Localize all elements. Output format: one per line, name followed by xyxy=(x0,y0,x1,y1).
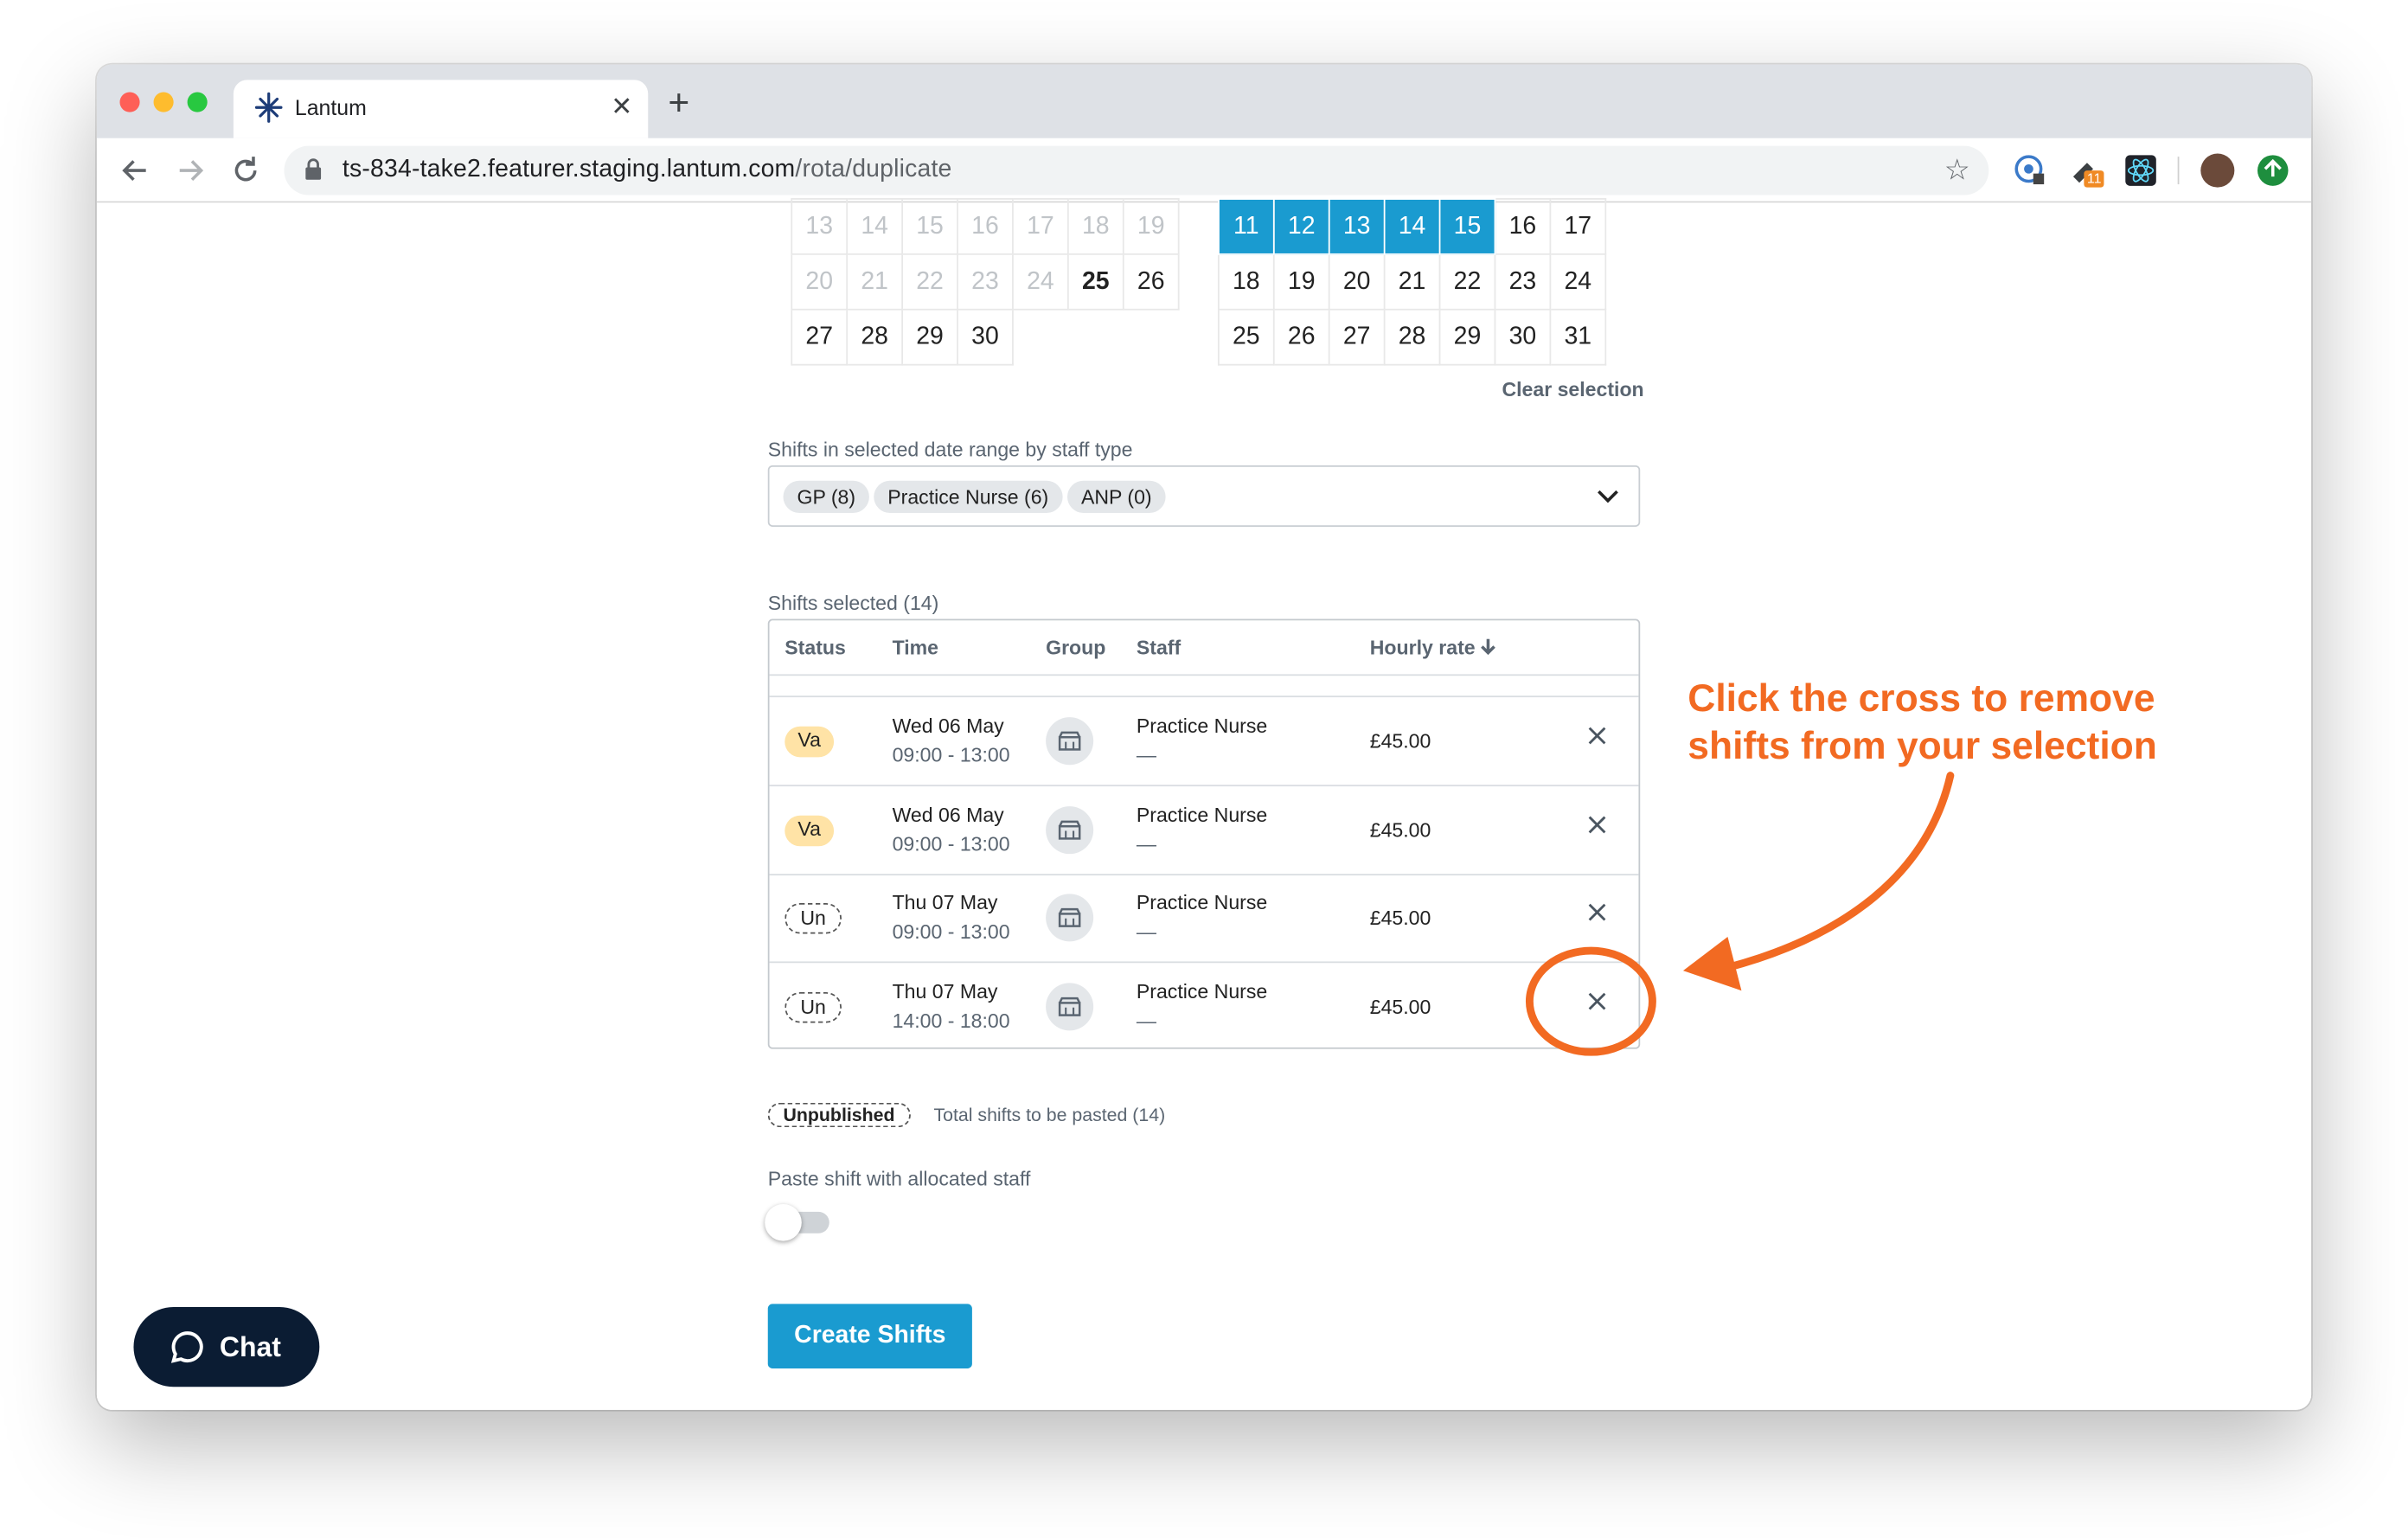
highlight-circle xyxy=(1525,946,1656,1056)
annotation-overlay xyxy=(1525,772,1955,1056)
annotation-arrow xyxy=(1723,772,1955,972)
annotation-arrowhead xyxy=(1682,937,1742,991)
screenshot-canvas: Lantum ✕ + ts-834-take2.featurer.staging… xyxy=(0,0,2408,1538)
